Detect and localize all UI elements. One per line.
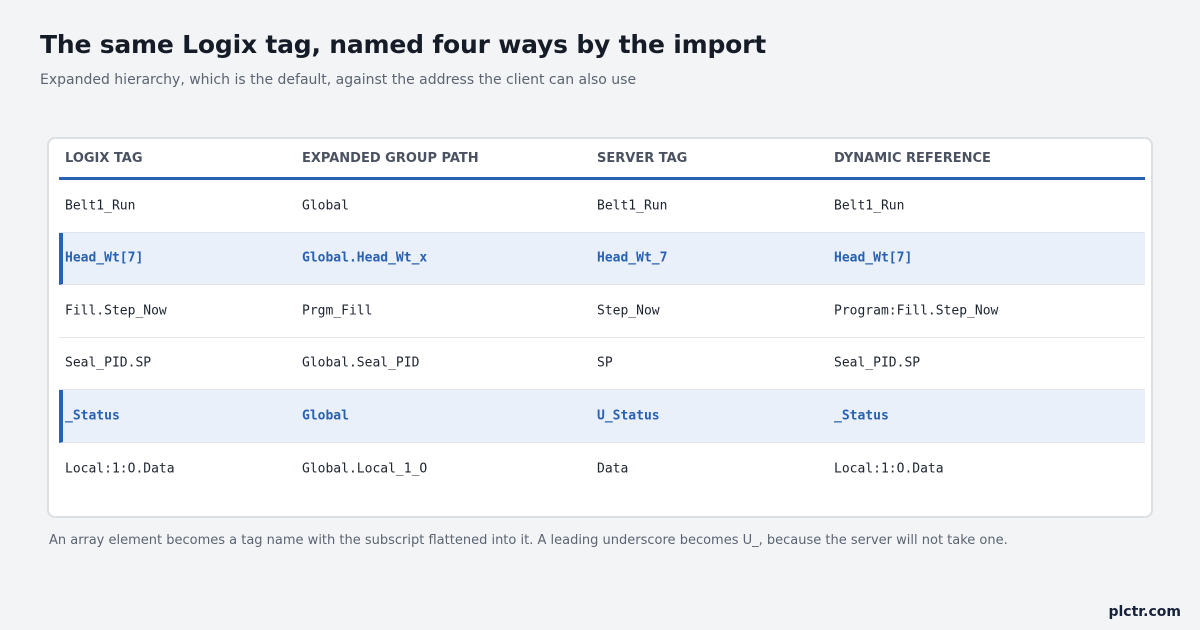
server-tag-cell: Data: [597, 461, 629, 477]
logix-tag-cell: Head_Wt[7]: [65, 250, 144, 266]
dynamic-reference-cell: Local:1:O.Data: [834, 461, 944, 477]
table-row-highlighted: _Status Global U_Status _Status: [59, 390, 1145, 443]
server-tag-cell: SP: [597, 355, 613, 371]
dynamic-reference-cell: Belt1_Run: [834, 198, 905, 214]
table-row: Seal_PID.SP Global.Seal_PID SP Seal_PID.…: [59, 338, 1145, 390]
column-header-server-tag: SERVER TAG: [597, 151, 688, 166]
table-header-row: LOGIX TAG EXPANDED GROUP PATH SERVER TAG…: [59, 139, 1145, 180]
column-header-logix-tag: LOGIX TAG: [65, 151, 143, 166]
logix-tag-cell: _Status: [65, 408, 120, 424]
server-tag-cell: Step_Now: [597, 303, 660, 319]
group-path-cell: Global.Local_1_O: [302, 461, 428, 477]
dynamic-reference-cell: _Status: [834, 408, 889, 424]
server-tag-cell: Belt1_Run: [597, 198, 668, 214]
group-path-cell: Global.Seal_PID: [302, 355, 420, 371]
column-header-expanded-group-path: EXPANDED GROUP PATH: [302, 151, 479, 166]
dynamic-reference-cell: Seal_PID.SP: [834, 355, 921, 371]
group-path-cell: Prgm_Fill: [302, 303, 373, 319]
logix-tag-cell: Fill.Step_Now: [65, 303, 167, 319]
logix-tag-cell: Seal_PID.SP: [65, 355, 152, 371]
footnote: An array element becomes a tag name with…: [49, 533, 1008, 548]
group-path-cell: Global.Head_Wt_x: [302, 250, 428, 266]
table-card: LOGIX TAG EXPANDED GROUP PATH SERVER TAG…: [47, 137, 1153, 518]
server-tag-cell: U_Status: [597, 408, 660, 424]
tag-mapping-table: LOGIX TAG EXPANDED GROUP PATH SERVER TAG…: [59, 139, 1145, 495]
group-path-cell: Global: [302, 408, 349, 424]
server-tag-cell: Head_Wt_7: [597, 250, 668, 266]
page-subtitle: Expanded hierarchy, which is the default…: [40, 72, 637, 88]
logix-tag-cell: Local:1:O.Data: [65, 461, 175, 477]
page-title: The same Logix tag, named four ways by t…: [40, 30, 766, 59]
table-row: Local:1:O.Data Global.Local_1_O Data Loc…: [59, 443, 1145, 496]
dynamic-reference-cell: Head_Wt[7]: [834, 250, 913, 266]
brand-logo-text: plctr.com: [1108, 604, 1181, 620]
table-row: Fill.Step_Now Prgm_Fill Step_Now Program…: [59, 285, 1145, 338]
table-row-highlighted: Head_Wt[7] Global.Head_Wt_x Head_Wt_7 He…: [59, 232, 1145, 285]
table-row: Belt1_Run Global Belt1_Run Belt1_Run: [59, 180, 1145, 233]
column-header-dynamic-reference: DYNAMIC REFERENCE: [834, 151, 991, 166]
logix-tag-cell: Belt1_Run: [65, 198, 136, 214]
group-path-cell: Global: [302, 198, 349, 214]
dynamic-reference-cell: Program:Fill.Step_Now: [834, 303, 999, 319]
